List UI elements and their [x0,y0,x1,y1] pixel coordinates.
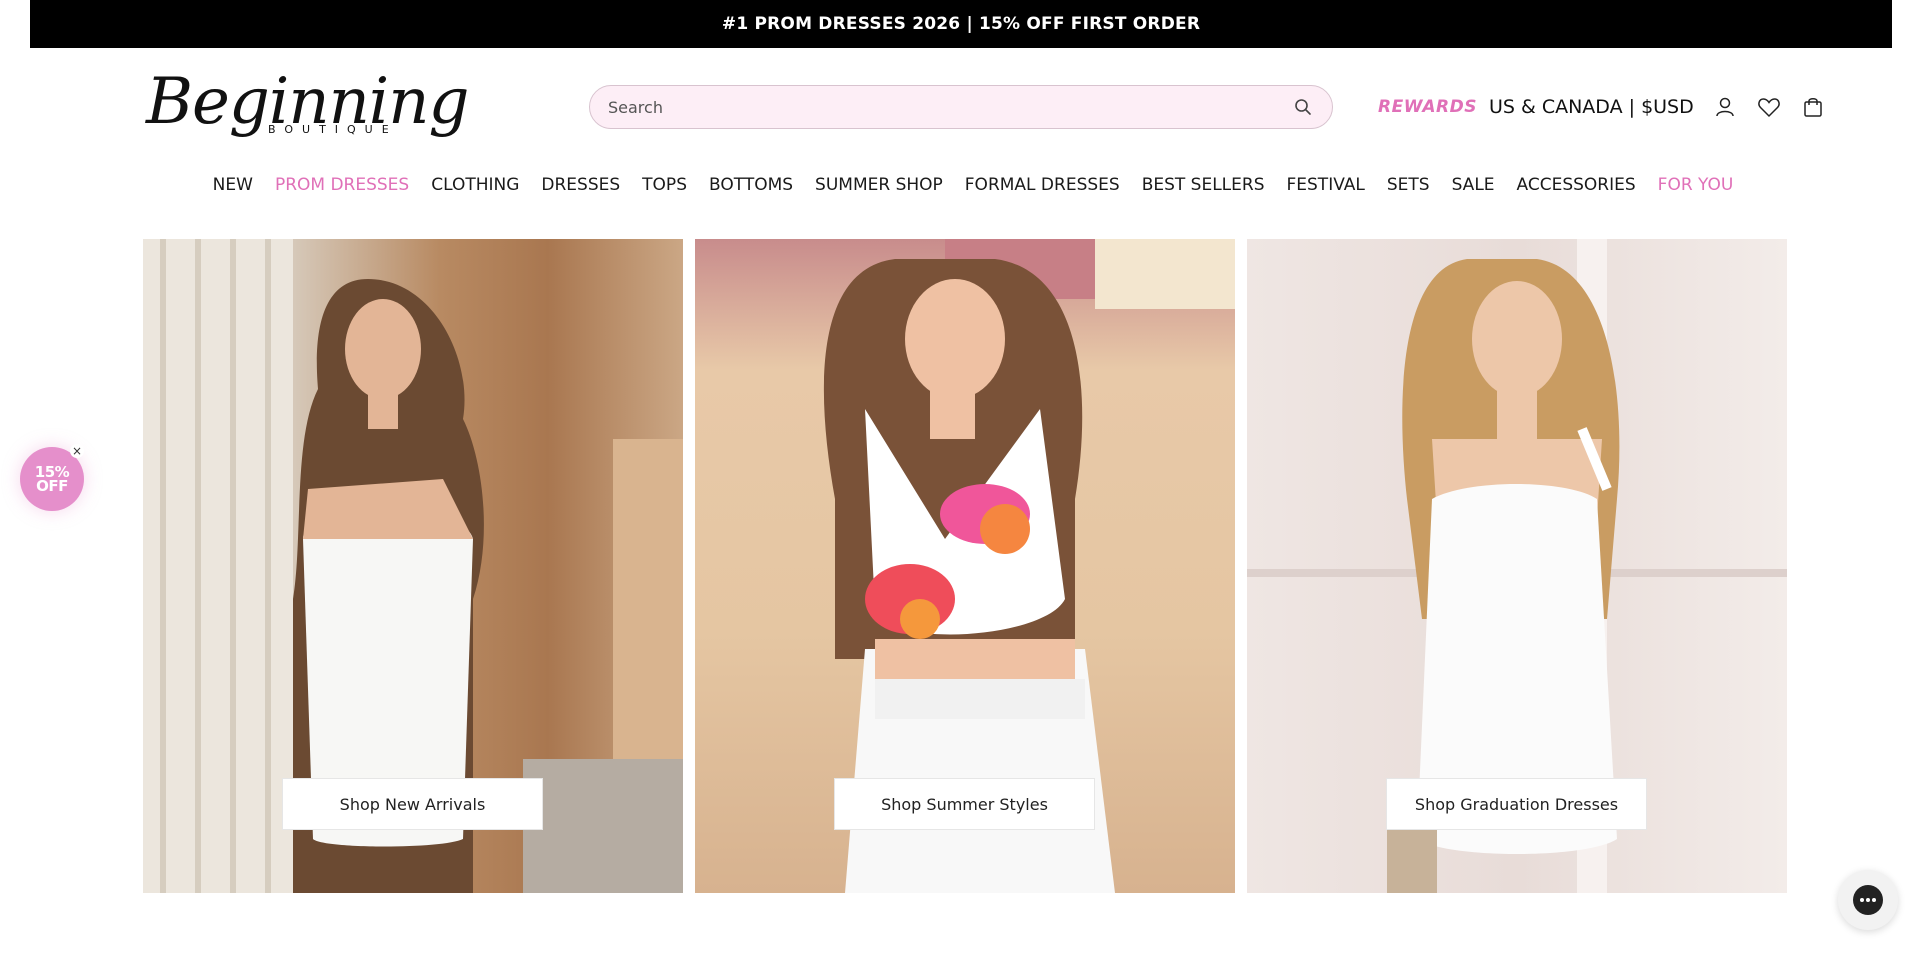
logo-subtitle: BOUTIQUE [264,123,402,136]
announcement-text: #1 PROM DRESSES 2026 | 15% OFF FIRST ORD… [721,14,1201,34]
nav-item-clothing[interactable]: CLOTHING [431,175,519,195]
announcement-bar[interactable]: #1 PROM DRESSES 2026 | 15% OFF FIRST ORD… [30,0,1892,48]
nav-item-new[interactable]: NEW [213,175,253,195]
nav-item-best-sellers[interactable]: BEST SELLERS [1142,175,1265,195]
cart-bag-icon[interactable] [1800,94,1826,120]
main-navigation: NEW PROM DRESSES CLOTHING DRESSES TOPS B… [0,172,1920,198]
nav-item-prom-dresses[interactable]: PROM DRESSES [275,175,409,195]
nav-item-sale[interactable]: SALE [1452,175,1495,195]
chat-icon [1853,885,1883,915]
account-icon[interactable] [1712,94,1738,120]
promo-off: OFF [36,477,68,495]
nav-item-tops[interactable]: TOPS [642,175,687,195]
brand-logo[interactable]: Beginning BOUTIQUE [146,70,469,142]
wishlist-heart-icon[interactable] [1756,94,1782,120]
nav-item-accessories[interactable]: ACCESSORIES [1517,175,1636,195]
header-utilities: REWARDS US & CANADA | $USD [1378,92,1844,122]
rewards-link[interactable]: REWARDS [1378,97,1477,117]
close-icon[interactable]: × [70,444,84,458]
nav-item-for-you[interactable]: FOR YOU [1658,175,1734,195]
nav-item-formal-dresses[interactable]: FORMAL DRESSES [965,175,1120,195]
region-currency-selector[interactable]: US & CANADA | $USD [1489,96,1694,118]
nav-item-sets[interactable]: SETS [1387,175,1430,195]
search-icon[interactable] [1292,96,1314,118]
shop-graduation-dresses-button[interactable]: Shop Graduation Dresses [1386,778,1647,830]
nav-item-festival[interactable]: FESTIVAL [1287,175,1365,195]
nav-item-bottoms[interactable]: BOTTOMS [709,175,793,195]
search-bar[interactable] [589,85,1333,129]
search-input[interactable] [608,97,1292,117]
chat-widget-button[interactable] [1838,870,1898,930]
nav-item-dresses[interactable]: DRESSES [541,175,620,195]
shop-new-arrivals-button[interactable]: Shop New Arrivals [282,778,543,830]
nav-item-summer-shop[interactable]: SUMMER SHOP [815,175,943,195]
shop-summer-styles-button[interactable]: Shop Summer Styles [834,778,1095,830]
